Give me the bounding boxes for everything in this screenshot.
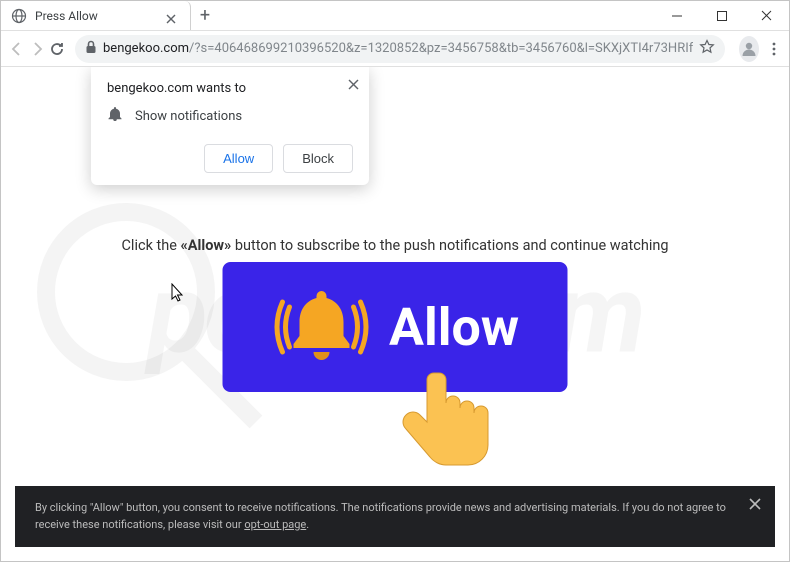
notification-buttons: Allow Block [107,144,353,173]
notification-origin: bengekoo.com wants to [107,81,353,96]
tab-close-icon[interactable] [166,9,180,23]
browser-window: Press Allow + bengekoo.com/?s=4064686992… [0,0,790,562]
block-button[interactable]: Block [283,144,353,173]
close-window-button[interactable] [744,1,789,31]
address-bar[interactable]: bengekoo.com/?s=406468699210396520&z=132… [75,35,725,63]
lock-icon [85,39,97,58]
titlebar: Press Allow + [1,1,789,31]
new-tab-button[interactable]: + [191,2,219,30]
profile-avatar[interactable] [739,36,759,62]
bell-ring-icon [271,277,371,377]
page-content: pcrisk.com bengekoo.com wants to Show no… [1,67,789,561]
bell-icon [107,106,123,126]
bookmark-star-icon[interactable] [699,39,715,59]
url-text: bengekoo.com/?s=406468699210396520&z=132… [103,41,693,56]
consent-banner: By clicking "Allow" button, you consent … [15,486,775,547]
maximize-button[interactable] [699,1,744,31]
notification-permission-row: Show notifications [107,106,353,126]
consent-close-icon[interactable] [749,498,761,516]
tab-title: Press Allow [35,9,160,23]
page-instruction: Click the «Allow» button to subscribe to… [1,237,789,254]
menu-button[interactable] [767,35,781,63]
forward-button[interactable] [29,35,45,63]
allow-button[interactable]: Allow [204,144,273,173]
mouse-cursor-icon [171,283,185,307]
toolbar: bengekoo.com/?s=406468699210396520&z=132… [1,31,789,67]
globe-icon [11,8,27,24]
consent-text: By clicking "Allow" button, you consent … [35,501,726,531]
notification-close-icon[interactable] [348,75,359,94]
notification-permission-label: Show notifications [135,109,242,124]
back-button[interactable] [9,35,25,63]
browser-tab[interactable]: Press Allow [1,1,191,30]
reload-button[interactable] [49,35,65,63]
notification-permission-popup: bengekoo.com wants to Show notifications… [91,67,369,185]
window-controls [654,1,789,31]
opt-out-link[interactable]: opt-out page [244,518,306,531]
minimize-button[interactable] [654,1,699,31]
fake-allow-label: Allow [389,297,519,358]
fake-allow-button[interactable]: Allow [223,262,568,392]
